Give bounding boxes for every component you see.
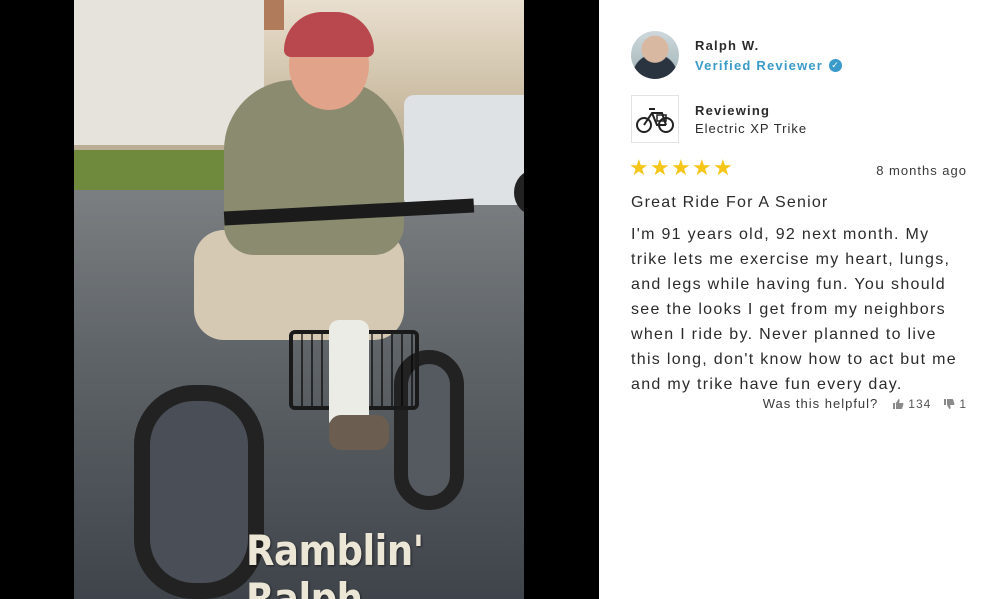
thumbs-up-icon: [893, 398, 904, 409]
check-circle-icon: ✓: [829, 59, 843, 72]
reviewer-avatar: [631, 31, 679, 79]
product-thumbnail[interactable]: [631, 95, 679, 143]
helpful-vote-bar: Was this helpful? 134 1: [763, 396, 967, 411]
review-detail-pane: Ralph W. Verified Reviewer ✓ Reviewing E…: [599, 0, 1000, 599]
photo-rider-leg: [329, 320, 369, 430]
photo-truck: [404, 95, 524, 205]
star-icon: ★: [713, 155, 733, 180]
reviewer-name: Ralph W.: [695, 38, 760, 53]
thumbs-down-count: 1: [959, 396, 967, 411]
product-name[interactable]: Electric XP Trike: [695, 121, 807, 136]
star-icon: ★: [692, 155, 712, 180]
photo-trike-front-wheel: [134, 385, 264, 599]
thumbs-up-count: 134: [908, 396, 932, 411]
thumbs-down-button[interactable]: 1: [943, 397, 967, 411]
verified-reviewer-label: Verified Reviewer ✓: [695, 58, 843, 73]
thumbs-up-button[interactable]: 134: [892, 397, 931, 411]
review-photo[interactable]: Ramblin' Ralph: [74, 0, 524, 599]
thumbs-down-icon: [944, 398, 955, 409]
review-media-pane: Ramblin' Ralph: [0, 0, 599, 599]
verified-reviewer-text: Verified Reviewer: [695, 58, 824, 73]
star-icon: ★: [629, 155, 649, 180]
review-title: Great Ride For A Senior: [631, 194, 829, 211]
trike-icon: [636, 108, 674, 133]
reviewing-label: Reviewing: [695, 103, 771, 118]
photo-rider-shoe: [329, 415, 389, 450]
review-date: 8 months ago: [876, 163, 967, 178]
star-rating: ★ ★ ★ ★ ★: [629, 155, 733, 180]
star-icon: ★: [671, 155, 691, 180]
helpful-label: Was this helpful?: [762, 396, 879, 411]
star-icon: ★: [650, 155, 670, 180]
review-body: I'm 91 years old, 92 next month. My trik…: [631, 226, 957, 393]
photo-caption: Ramblin' Ralph: [246, 526, 424, 599]
